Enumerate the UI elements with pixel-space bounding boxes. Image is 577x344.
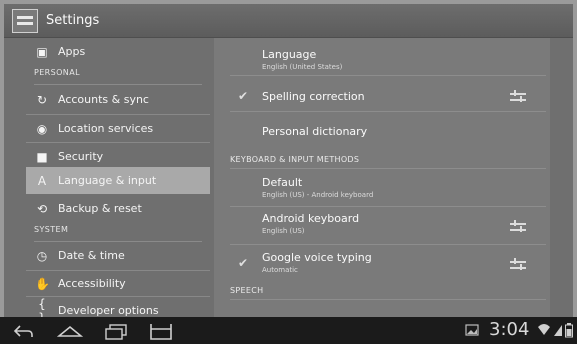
header-system: SYSTEM [34,225,202,242]
pref-title: Default [262,176,303,189]
header-keyboard: KEYBOARD & INPUT METHODS [230,155,360,164]
sidebar-item-datetime[interactable]: ◷ Date & time [26,242,210,269]
sidebar-item-label: Accounts & sync [58,93,149,106]
sidebar-item-label: Backup & reset [58,202,142,215]
sidebar-item-security[interactable]: ■ Security [26,143,210,170]
pref-summary: English (US) [262,227,305,235]
action-bar: Settings [4,4,573,38]
sidebar-item-label: Date & time [58,249,125,262]
lock-icon: ■ [36,149,48,164]
check-icon[interactable]: ✔ [236,89,250,103]
home-icon[interactable] [57,321,83,341]
action-bar-title: Settings [46,13,100,28]
content-area: ▣ Apps PERSONAL ↻ Accounts & sync ◉ Loca… [4,38,573,325]
settings-sidebar: ▣ Apps PERSONAL ↻ Accounts & sync ◉ Loca… [26,38,210,325]
pref-language[interactable]: Language English (United States) [214,38,550,74]
pref-title: Google voice typing [262,251,372,264]
pref-default-keyboard[interactable]: Default English (US) - Android keyboard [214,169,550,205]
sidebar-item-label: Location services [58,122,154,135]
pref-personal-dictionary[interactable]: Personal dictionary [214,112,550,146]
sliders-icon[interactable] [510,220,526,234]
status-clock[interactable]: 3:04 [489,319,529,340]
sidebar-item-apps[interactable]: ▣ Apps [26,38,210,65]
pref-title: Android keyboard [262,212,360,225]
separator [230,299,546,300]
location-icon: ◉ [36,121,48,136]
pref-google-voice-typing[interactable]: ✔ Google voice typing Automatic [214,245,550,281]
pref-summary: English (United States) [262,63,343,71]
apps-icon: ▣ [36,44,48,59]
check-icon[interactable]: ✔ [236,256,250,270]
wifi-icon [538,324,550,335]
language-icon: A [37,173,47,188]
sidebar-item-accessibility[interactable]: ✋ Accessibility [26,270,210,297]
pref-summary: Automatic [262,266,298,274]
sliders-icon[interactable] [510,258,526,272]
clock-icon: ◷ [36,248,48,263]
back-icon[interactable] [12,321,34,341]
sidebar-item-label: Developer options [58,304,159,317]
sidebar-item-label: Apps [58,45,86,58]
header-personal: PERSONAL [34,68,202,85]
pref-summary: English (US) - Android keyboard [262,191,374,199]
sidebar-item-accounts[interactable]: ↻ Accounts & sync [26,86,210,113]
pref-title: Personal dictionary [262,125,368,138]
sliders-icon[interactable] [510,90,526,104]
accessibility-icon: ✋ [35,276,50,291]
battery-icon [565,323,573,338]
pref-title: Language [262,48,317,61]
sidebar-item-label: Accessibility [58,277,126,290]
sidebar-item-label: Security [58,150,104,163]
backup-icon: ⟲ [36,201,48,216]
header-speech: SPEECH [230,286,264,295]
sidebar-item-language[interactable]: A Language & input [26,167,210,194]
sidebar-item-location[interactable]: ◉ Location services [26,115,210,142]
recent-apps-icon[interactable] [104,321,128,341]
system-navbar: 3:04 [0,317,577,344]
pref-title: Spelling correction [262,90,365,103]
detail-panel: Language English (United States) ✔ Spell… [214,38,550,317]
settings-screen: Settings ▣ Apps PERSONAL ↻ Accounts & sy… [0,0,577,344]
pref-spelling-correction[interactable]: ✔ Spelling correction [214,76,550,110]
sidebar-item-label: Language & input [58,174,157,187]
gallery-notification-icon[interactable] [465,324,479,344]
screenshot-icon[interactable] [148,321,174,341]
sync-icon: ↻ [36,92,48,107]
signal-icon [554,325,562,336]
pref-android-keyboard[interactable]: Android keyboard English (US) [214,207,550,243]
sidebar-item-backup[interactable]: ⟲ Backup & reset [26,195,210,222]
settings-app-icon [12,8,38,33]
